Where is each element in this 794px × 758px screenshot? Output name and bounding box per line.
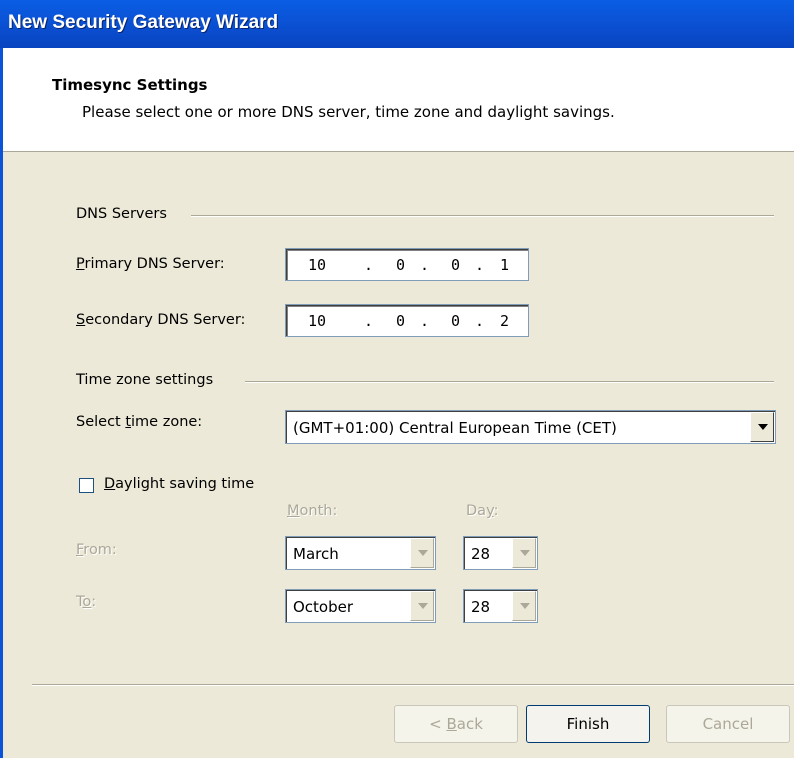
window-title-bar[interactable]: New Security Gateway Wizard <box>0 0 794 48</box>
to-day-dropdown-button[interactable] <box>512 591 536 621</box>
chevron-down-icon <box>418 550 428 556</box>
dns-group-label: DNS Servers <box>76 206 167 222</box>
to-month-select[interactable]: October <box>285 589 436 623</box>
ip-dot: . <box>475 312 485 330</box>
window-left-border <box>0 48 3 758</box>
daylight-saving-checkbox[interactable] <box>79 478 94 493</box>
ip-dot: . <box>475 256 485 274</box>
chevron-down-icon <box>520 603 530 609</box>
primary-dns-octet-1[interactable]: 10 <box>308 256 326 274</box>
from-day-select[interactable]: 28 <box>463 536 538 570</box>
finish-button[interactable]: Finish <box>526 705 650 743</box>
to-month-dropdown-button[interactable] <box>410 591 434 621</box>
wizard-body <box>0 152 794 758</box>
timezone-dropdown-button[interactable] <box>750 412 774 442</box>
to-month-value: October <box>293 598 354 616</box>
secondary-dns-input[interactable]: 10 . 0 . 0 . 2 <box>285 304 529 337</box>
ip-dot: . <box>420 256 430 274</box>
primary-dns-octet-2[interactable]: 0 <box>396 256 405 274</box>
from-month-select[interactable]: March <box>285 536 436 570</box>
from-month-value: March <box>293 545 339 563</box>
from-day-dropdown-button[interactable] <box>512 538 536 568</box>
from-day-value: 28 <box>471 545 491 563</box>
page-subtitle: Please select one or more DNS server, ti… <box>82 103 615 121</box>
cancel-button[interactable]: Cancel <box>666 705 790 743</box>
secondary-dns-octet-4[interactable]: 2 <box>500 312 509 330</box>
chevron-down-icon <box>520 550 530 556</box>
primary-dns-input[interactable]: 10 . 0 . 0 . 1 <box>285 248 529 281</box>
wizard-header: Timesync Settings Please select one or m… <box>0 48 794 152</box>
page-title: Timesync Settings <box>52 76 208 94</box>
button-bar-separator <box>32 684 794 686</box>
from-label: From: <box>76 542 117 558</box>
back-button[interactable]: < Back <box>394 705 518 743</box>
secondary-dns-label: Secondary DNS Server: <box>76 312 246 328</box>
day-column-header: Day: <box>466 503 499 519</box>
window-title: New Security Gateway Wizard <box>8 12 279 33</box>
ip-dot: . <box>420 312 430 330</box>
timezone-selected-value: (GMT+01:00) Central European Time (CET) <box>293 419 617 437</box>
to-day-value: 28 <box>471 598 491 616</box>
daylight-saving-label[interactable]: Daylight saving time <box>104 476 254 492</box>
ip-dot: . <box>364 256 374 274</box>
secondary-dns-octet-2[interactable]: 0 <box>396 312 405 330</box>
timezone-select[interactable]: (GMT+01:00) Central European Time (CET) <box>285 410 776 444</box>
ip-dot: . <box>364 312 374 330</box>
secondary-dns-octet-3[interactable]: 0 <box>451 312 460 330</box>
secondary-dns-octet-1[interactable]: 10 <box>308 312 326 330</box>
select-timezone-label: Select time zone: <box>76 414 203 430</box>
primary-dns-label: Primary DNS Server: <box>76 256 225 272</box>
primary-dns-octet-4[interactable]: 1 <box>500 256 509 274</box>
chevron-down-icon <box>758 424 768 430</box>
to-day-select[interactable]: 28 <box>463 589 538 623</box>
chevron-down-icon <box>418 603 428 609</box>
from-month-dropdown-button[interactable] <box>410 538 434 568</box>
primary-dns-octet-3[interactable]: 0 <box>451 256 460 274</box>
month-column-header: Month: <box>287 503 338 519</box>
timezone-group-label: Time zone settings <box>76 372 214 388</box>
to-label: To: <box>76 594 97 610</box>
dns-group-divider <box>191 215 774 217</box>
timezone-group-divider <box>245 381 774 383</box>
